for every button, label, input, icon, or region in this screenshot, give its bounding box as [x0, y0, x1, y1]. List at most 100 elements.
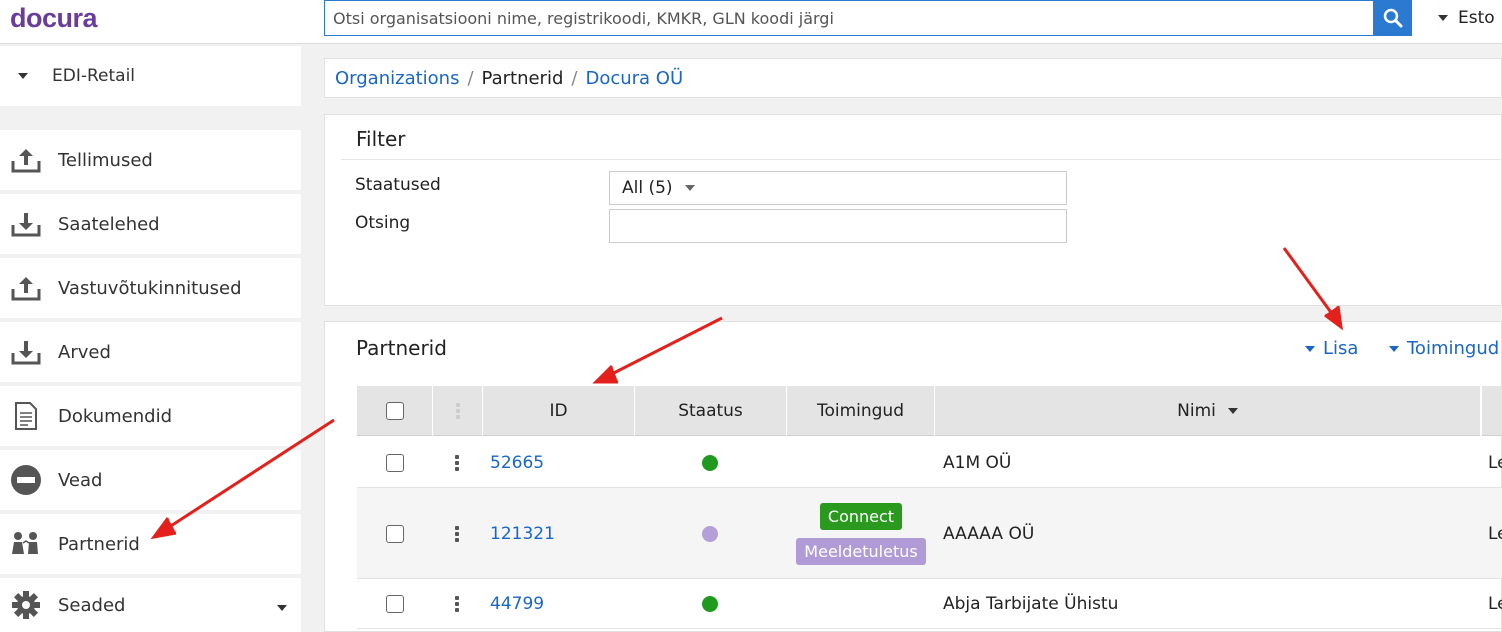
- breadcrumb-organizations-link[interactable]: Organizations: [335, 68, 459, 89]
- add-partner-button[interactable]: Lisa: [1305, 338, 1358, 359]
- add-label: Lisa: [1323, 338, 1359, 359]
- partner-id-link[interactable]: 121321: [490, 488, 555, 579]
- partner-extra-cell: Le: [1488, 523, 1502, 544]
- sidebar-item-label: Tellimused: [58, 149, 153, 171]
- sidebar-item-arved[interactable]: Arved: [0, 322, 301, 382]
- partner-name: A1M OÜ: [943, 452, 1012, 473]
- select-all-cell: [357, 386, 433, 436]
- language-label: Esto: [1458, 8, 1495, 28]
- sidebar-item-vead[interactable]: Vead: [0, 450, 301, 510]
- people-icon: [10, 528, 42, 560]
- row-checkbox[interactable]: [386, 524, 404, 543]
- top-bar: docura Esto: [0, 0, 1502, 44]
- row-menu[interactable]: [455, 437, 459, 488]
- status-indicator: [702, 596, 718, 612]
- column-header-label: Toimingud: [816, 401, 905, 421]
- actions-label: Toimingud: [1407, 338, 1500, 359]
- row-checkbox[interactable]: [386, 595, 404, 613]
- search-icon: [1383, 8, 1403, 28]
- partner-id-text: 52665: [490, 452, 545, 473]
- breadcrumb-separator: /: [571, 67, 578, 89]
- sidebar-item-label: Dokumendid: [58, 405, 173, 427]
- partner-extra-cell: Le: [1488, 594, 1502, 614]
- kebab-icon: [455, 403, 460, 419]
- row-menu-header: [433, 386, 483, 436]
- sidebar-section-edi-retail[interactable]: EDI-Retail: [0, 46, 301, 106]
- chevron-down-icon: [1305, 345, 1315, 352]
- breadcrumb-company-link[interactable]: Docura OÜ: [585, 68, 683, 89]
- column-header-status[interactable]: Staatus: [635, 386, 787, 436]
- chevron-down-icon: [18, 73, 28, 79]
- row-actions-cell: Connect Meeldetuletus: [787, 488, 935, 579]
- sidebar-item-label: Vead: [58, 469, 103, 491]
- organization-search-input[interactable]: [333, 8, 1373, 28]
- sidebar-item-vastuvotukinnitused[interactable]: Vastuvõtukinnitused: [0, 258, 301, 318]
- status-filter-label: Staatused: [355, 175, 441, 195]
- filter-title: Filter: [356, 127, 406, 151]
- docura-logo[interactable]: docura: [10, 2, 98, 34]
- partner-id-link[interactable]: 44799: [490, 579, 544, 629]
- column-header-label: ID: [549, 401, 568, 421]
- status-filter-select[interactable]: All (5): [609, 171, 1067, 205]
- sidebar-item-tellimused[interactable]: Tellimused: [0, 130, 301, 190]
- table-row: 121321 Connect Meeldetuletus AAAAA OÜ Le: [357, 488, 1502, 579]
- chevron-down-icon: [684, 185, 695, 191]
- column-header-name[interactable]: Nimi: [935, 386, 1481, 436]
- search-filter-input[interactable]: [609, 209, 1067, 243]
- table-row: 52665 A1M OÜ Le: [357, 437, 1502, 488]
- sidebar-item-dokumendid[interactable]: Dokumendid: [0, 386, 301, 446]
- connect-button[interactable]: Connect: [819, 502, 903, 530]
- column-header-id[interactable]: ID: [483, 386, 635, 436]
- logo-text: docura: [10, 3, 98, 33]
- filter-panel: Filter Staatused All (5) Otsing: [324, 114, 1502, 306]
- table-row: 44799 Abja Tarbijate Ühistu Le: [357, 579, 1502, 629]
- sidebar-item-label: Arved: [58, 341, 111, 363]
- column-header-extra: [1481, 386, 1502, 436]
- download-tray-icon: [10, 208, 42, 240]
- partner-name: Abja Tarbijate Ühistu: [943, 594, 1119, 614]
- partner-id-text: 121321: [490, 523, 555, 544]
- sidebar-item-label: Saatelehed: [58, 213, 160, 235]
- search-button[interactable]: [1374, 0, 1412, 36]
- organization-search-field[interactable]: [324, 0, 1374, 36]
- language-selector[interactable]: Esto: [1438, 8, 1495, 28]
- breadcrumb-separator: /: [467, 67, 474, 89]
- divider: [341, 159, 1502, 160]
- select-all-checkbox[interactable]: [385, 402, 404, 420]
- column-header-actions[interactable]: Toimingud: [787, 386, 935, 436]
- partner-name: AAAAA OÜ: [943, 523, 1035, 544]
- reminder-button[interactable]: Meeldetuletus: [796, 537, 926, 565]
- breadcrumb-partners: Partnerid: [481, 67, 564, 89]
- chevron-down-icon: [1438, 15, 1448, 21]
- partner-id-text: 44799: [490, 594, 545, 614]
- kebab-icon: [455, 525, 459, 542]
- gear-icon: [10, 589, 42, 621]
- kebab-icon: [455, 454, 459, 471]
- download-tray-icon: [10, 336, 42, 368]
- status-filter-value: All (5): [622, 178, 673, 198]
- partner-id-link[interactable]: 52665: [490, 437, 544, 488]
- chevron-down-icon: [277, 605, 287, 611]
- no-entry-icon: [10, 464, 42, 496]
- document-icon: [10, 400, 42, 432]
- column-header-label: Staatus: [678, 401, 743, 421]
- sidebar: EDI-Retail Tellimused Saatelehed Vastuvõ…: [0, 46, 301, 632]
- row-menu[interactable]: [455, 488, 459, 579]
- actions-menu-button[interactable]: Toimingud: [1389, 338, 1499, 359]
- table-header: ID Staatus Toimingud Nimi: [357, 386, 1502, 436]
- status-indicator: [702, 525, 718, 542]
- partners-panel: Partnerid Lisa Toimingud ID Staatus Toim…: [324, 321, 1502, 632]
- sidebar-item-partnerid[interactable]: Partnerid: [0, 514, 301, 574]
- status-dot: [702, 437, 718, 488]
- sidebar-item-label: Vastuvõtukinnitused: [58, 277, 242, 299]
- row-checkbox[interactable]: [386, 453, 404, 472]
- kebab-icon: [455, 596, 459, 612]
- sidebar-section-label: EDI-Retail: [52, 66, 136, 86]
- sidebar-item-seaded[interactable]: Seaded: [0, 578, 301, 632]
- sidebar-item-saatelehed[interactable]: Saatelehed: [0, 194, 301, 254]
- partner-extra-cell: Le: [1488, 452, 1502, 473]
- sidebar-item-label: Seaded: [58, 594, 126, 616]
- status-dot: [702, 579, 718, 629]
- row-menu[interactable]: [455, 579, 459, 629]
- search-filter-label: Otsing: [355, 213, 411, 233]
